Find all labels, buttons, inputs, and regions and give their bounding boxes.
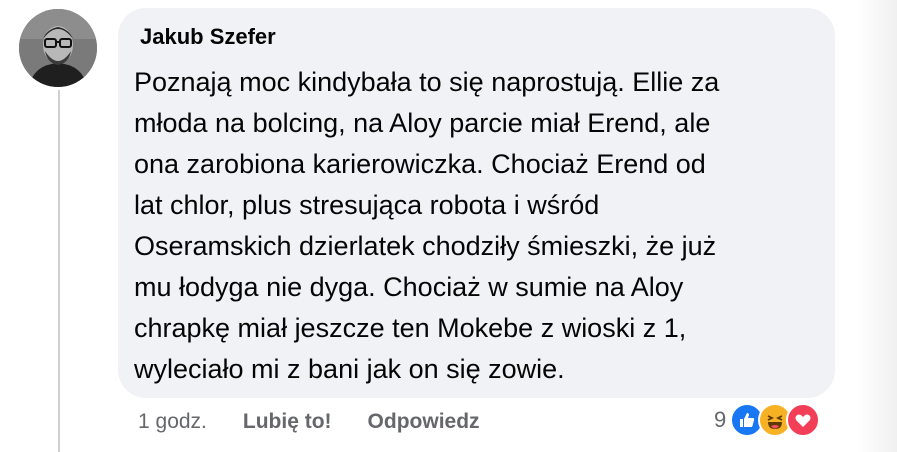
comment-actions: 1 godz. Lubię to! Odpowiedz [138, 405, 480, 439]
comment-text-line: mu łodyga nie dyga. Chociaż w sumie na A… [134, 272, 684, 302]
comment-text-line: ona zarobiona karierowiczka. Chociaż Ere… [134, 149, 706, 179]
comment-text-line: Oseramskich dzierlatek chodziły śmieszki… [134, 231, 717, 261]
comment-text: Poznają moc kindybała to się naprostują.… [134, 62, 824, 390]
reactions-summary[interactable]: 9 [714, 402, 821, 438]
love-icon [786, 403, 821, 437]
avatar-photo [19, 9, 97, 87]
reaction-icons [730, 403, 821, 437]
avatar[interactable] [19, 9, 97, 87]
comment-author[interactable]: Jakub Szefer [140, 24, 276, 50]
edge-shadow [857, 0, 897, 452]
reply-button[interactable]: Odpowiedz [368, 410, 480, 434]
reaction-count: 9 [714, 407, 727, 432]
comment-text-line: młoda na bolcing, na Aloy parcie miał Er… [134, 108, 711, 138]
comment-text-line: wyleciało mi z bani jak on się zowie. [134, 354, 565, 384]
comment-text-line: Poznają moc kindybała to się naprostują.… [134, 67, 720, 97]
comment-timestamp[interactable]: 1 godz. [138, 410, 207, 434]
comment-text-line: chrapkę miał jeszcze ten Mokebe z wioski… [134, 313, 687, 343]
comment-text-line: lat chlor, plus stresująca robota i wśró… [134, 190, 600, 220]
like-button[interactable]: Lubię to! [243, 410, 332, 434]
thread-line [58, 90, 60, 452]
